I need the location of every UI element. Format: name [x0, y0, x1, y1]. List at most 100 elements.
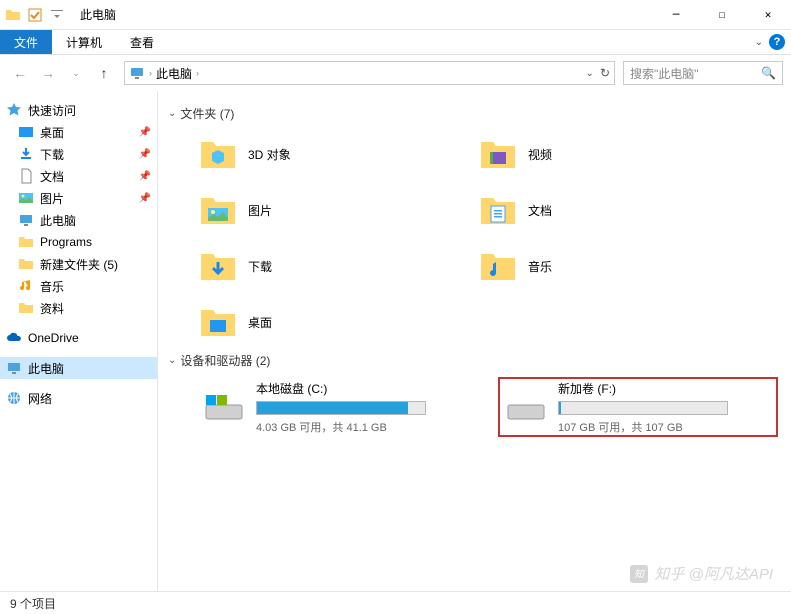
sidebar-item-documents[interactable]: 文档 📌 [0, 165, 157, 187]
folder-item-pictures[interactable]: 图片 [198, 186, 458, 234]
folder-item-3d[interactable]: 3D 对象 [198, 130, 458, 178]
drive-item-c[interactable]: 本地磁盘 (C:) 4.03 GB 可用，共 41.1 GB [198, 377, 478, 437]
group-label: 设备和驱动器 (2) [180, 352, 270, 369]
help-icon[interactable]: ? [769, 34, 785, 50]
ribbon-tabs: 文件 计算机 查看 ⌄ ? [0, 30, 791, 55]
sidebar-item-label: 网络 [28, 390, 52, 407]
folder-icon [18, 300, 34, 316]
sidebar-item-label: 下载 [40, 146, 64, 163]
folder-label: 音乐 [528, 258, 552, 275]
folder-item-videos[interactable]: 视频 [478, 130, 738, 178]
folder-desktop-icon [198, 302, 238, 342]
sidebar-this-pc[interactable]: 此电脑 [0, 357, 157, 379]
sidebar-item-programs[interactable]: Programs [0, 231, 157, 253]
pin-icon: 📌 [139, 149, 151, 160]
sidebar-item-music[interactable]: 音乐 [0, 275, 157, 297]
star-icon [6, 102, 22, 118]
search-icon[interactable]: 🔍 [761, 66, 776, 80]
drive-status: 107 GB 可用，共 107 GB [558, 419, 772, 435]
breadcrumb-separator-icon[interactable]: › [196, 68, 199, 78]
drive-icon [504, 389, 548, 425]
watermark-text: 知乎 @阿凡达API [654, 563, 773, 584]
main-area: 快速访问 桌面 📌 下载 📌 文档 📌 图片 📌 此电脑 Progr [0, 91, 791, 591]
folder-3d-icon [198, 134, 238, 174]
folder-small-icon [4, 6, 22, 24]
ribbon-expand-icon[interactable]: ⌄ [755, 37, 763, 48]
tab-view[interactable]: 查看 [116, 30, 168, 54]
drive-capacity-bar [558, 401, 728, 415]
folder-download-icon [198, 246, 238, 286]
folder-label: 桌面 [248, 314, 272, 331]
minimize-button[interactable]: ─ [653, 0, 699, 30]
sidebar-item-desktop[interactable]: 桌面 📌 [0, 121, 157, 143]
navigation-bar: ← → ⌄ ↑ › 此电脑 › ⌄ ↻ 搜索"此电脑" 🔍 [0, 55, 791, 91]
folder-label: 下载 [248, 258, 272, 275]
quick-access-toolbar [4, 6, 66, 24]
sidebar-item-label: 文档 [40, 168, 64, 185]
svg-text:知: 知 [634, 568, 645, 580]
back-button[interactable]: ← [8, 61, 32, 85]
drives-grid: 本地磁盘 (C:) 4.03 GB 可用，共 41.1 GB 新加卷 (F:) … [168, 377, 781, 437]
folder-picture-icon [198, 190, 238, 230]
nav-sidebar: 快速访问 桌面 📌 下载 📌 文档 📌 图片 📌 此电脑 Progr [0, 91, 158, 591]
pc-small-icon [18, 212, 34, 228]
sidebar-quick-access[interactable]: 快速访问 [0, 99, 157, 121]
drive-name: 本地磁盘 (C:) [256, 380, 474, 397]
folder-item-desktop[interactable]: 桌面 [198, 298, 458, 346]
pin-icon: 📌 [139, 193, 151, 204]
sidebar-item-label: 新建文件夹 (5) [40, 256, 118, 273]
forward-button[interactable]: → [36, 61, 60, 85]
chevron-down-icon: ⌄ [168, 355, 176, 366]
watermark: 知 知乎 @阿凡达API [630, 563, 773, 584]
window-controls: ─ ☐ ✕ [653, 0, 791, 30]
address-dropdown-icon[interactable]: ⌄ [586, 68, 594, 79]
address-bar[interactable]: › 此电脑 › ⌄ ↻ [124, 61, 615, 85]
zhihu-logo-icon: 知 [630, 565, 648, 583]
content-pane: ⌄ 文件夹 (7) 3D 对象 视频 图片 文档 下载 [158, 91, 791, 591]
picture-icon [18, 190, 34, 206]
music-icon [18, 278, 34, 294]
folder-item-documents[interactable]: 文档 [478, 186, 738, 234]
folder-item-downloads[interactable]: 下载 [198, 242, 458, 290]
group-header-drives[interactable]: ⌄ 设备和驱动器 (2) [168, 352, 781, 369]
search-input[interactable]: 搜索"此电脑" 🔍 [623, 61, 783, 85]
tab-computer[interactable]: 计算机 [52, 30, 116, 54]
title-bar: 此电脑 ─ ☐ ✕ [0, 0, 791, 30]
folder-video-icon [478, 134, 518, 174]
folder-icon [18, 234, 34, 250]
sidebar-item-label: 音乐 [40, 278, 64, 295]
desktop-icon [18, 124, 34, 140]
close-button[interactable]: ✕ [745, 0, 791, 30]
group-header-folders[interactable]: ⌄ 文件夹 (7) [168, 105, 781, 122]
recent-dropdown-icon[interactable]: ⌄ [64, 61, 88, 85]
drive-icon [202, 389, 246, 425]
pin-icon: 📌 [139, 171, 151, 182]
sidebar-item-new-folder[interactable]: 新建文件夹 (5) [0, 253, 157, 275]
sidebar-onedrive[interactable]: OneDrive [0, 327, 157, 349]
sidebar-item-downloads[interactable]: 下载 📌 [0, 143, 157, 165]
sidebar-item-label: 图片 [40, 190, 64, 207]
overflow-icon[interactable] [48, 6, 66, 24]
folder-item-music[interactable]: 音乐 [478, 242, 738, 290]
breadcrumb-item[interactable]: 此电脑 [156, 65, 192, 82]
folder-label: 图片 [248, 202, 272, 219]
checkbox-icon[interactable] [26, 6, 44, 24]
drive-item-f[interactable]: 新加卷 (F:) 107 GB 可用，共 107 GB [498, 377, 778, 437]
sidebar-network[interactable]: 网络 [0, 387, 157, 409]
folder-label: 文档 [528, 202, 552, 219]
cloud-icon [6, 330, 22, 346]
breadcrumb-separator-icon[interactable]: › [149, 68, 152, 78]
refresh-icon[interactable]: ↻ [600, 66, 610, 80]
sidebar-item-label: 快速访问 [28, 102, 76, 119]
up-button[interactable]: ↑ [92, 61, 116, 85]
sidebar-item-data[interactable]: 资料 [0, 297, 157, 319]
tab-file[interactable]: 文件 [0, 30, 52, 54]
sidebar-item-this-pc-shortcut[interactable]: 此电脑 [0, 209, 157, 231]
drive-info: 本地磁盘 (C:) 4.03 GB 可用，共 41.1 GB [256, 380, 474, 435]
pc-icon [129, 65, 145, 81]
folder-label: 3D 对象 [248, 146, 291, 163]
sidebar-item-pictures[interactable]: 图片 📌 [0, 187, 157, 209]
maximize-button[interactable]: ☐ [699, 0, 745, 30]
sidebar-item-label: 此电脑 [28, 360, 64, 377]
drive-name: 新加卷 (F:) [558, 380, 772, 397]
